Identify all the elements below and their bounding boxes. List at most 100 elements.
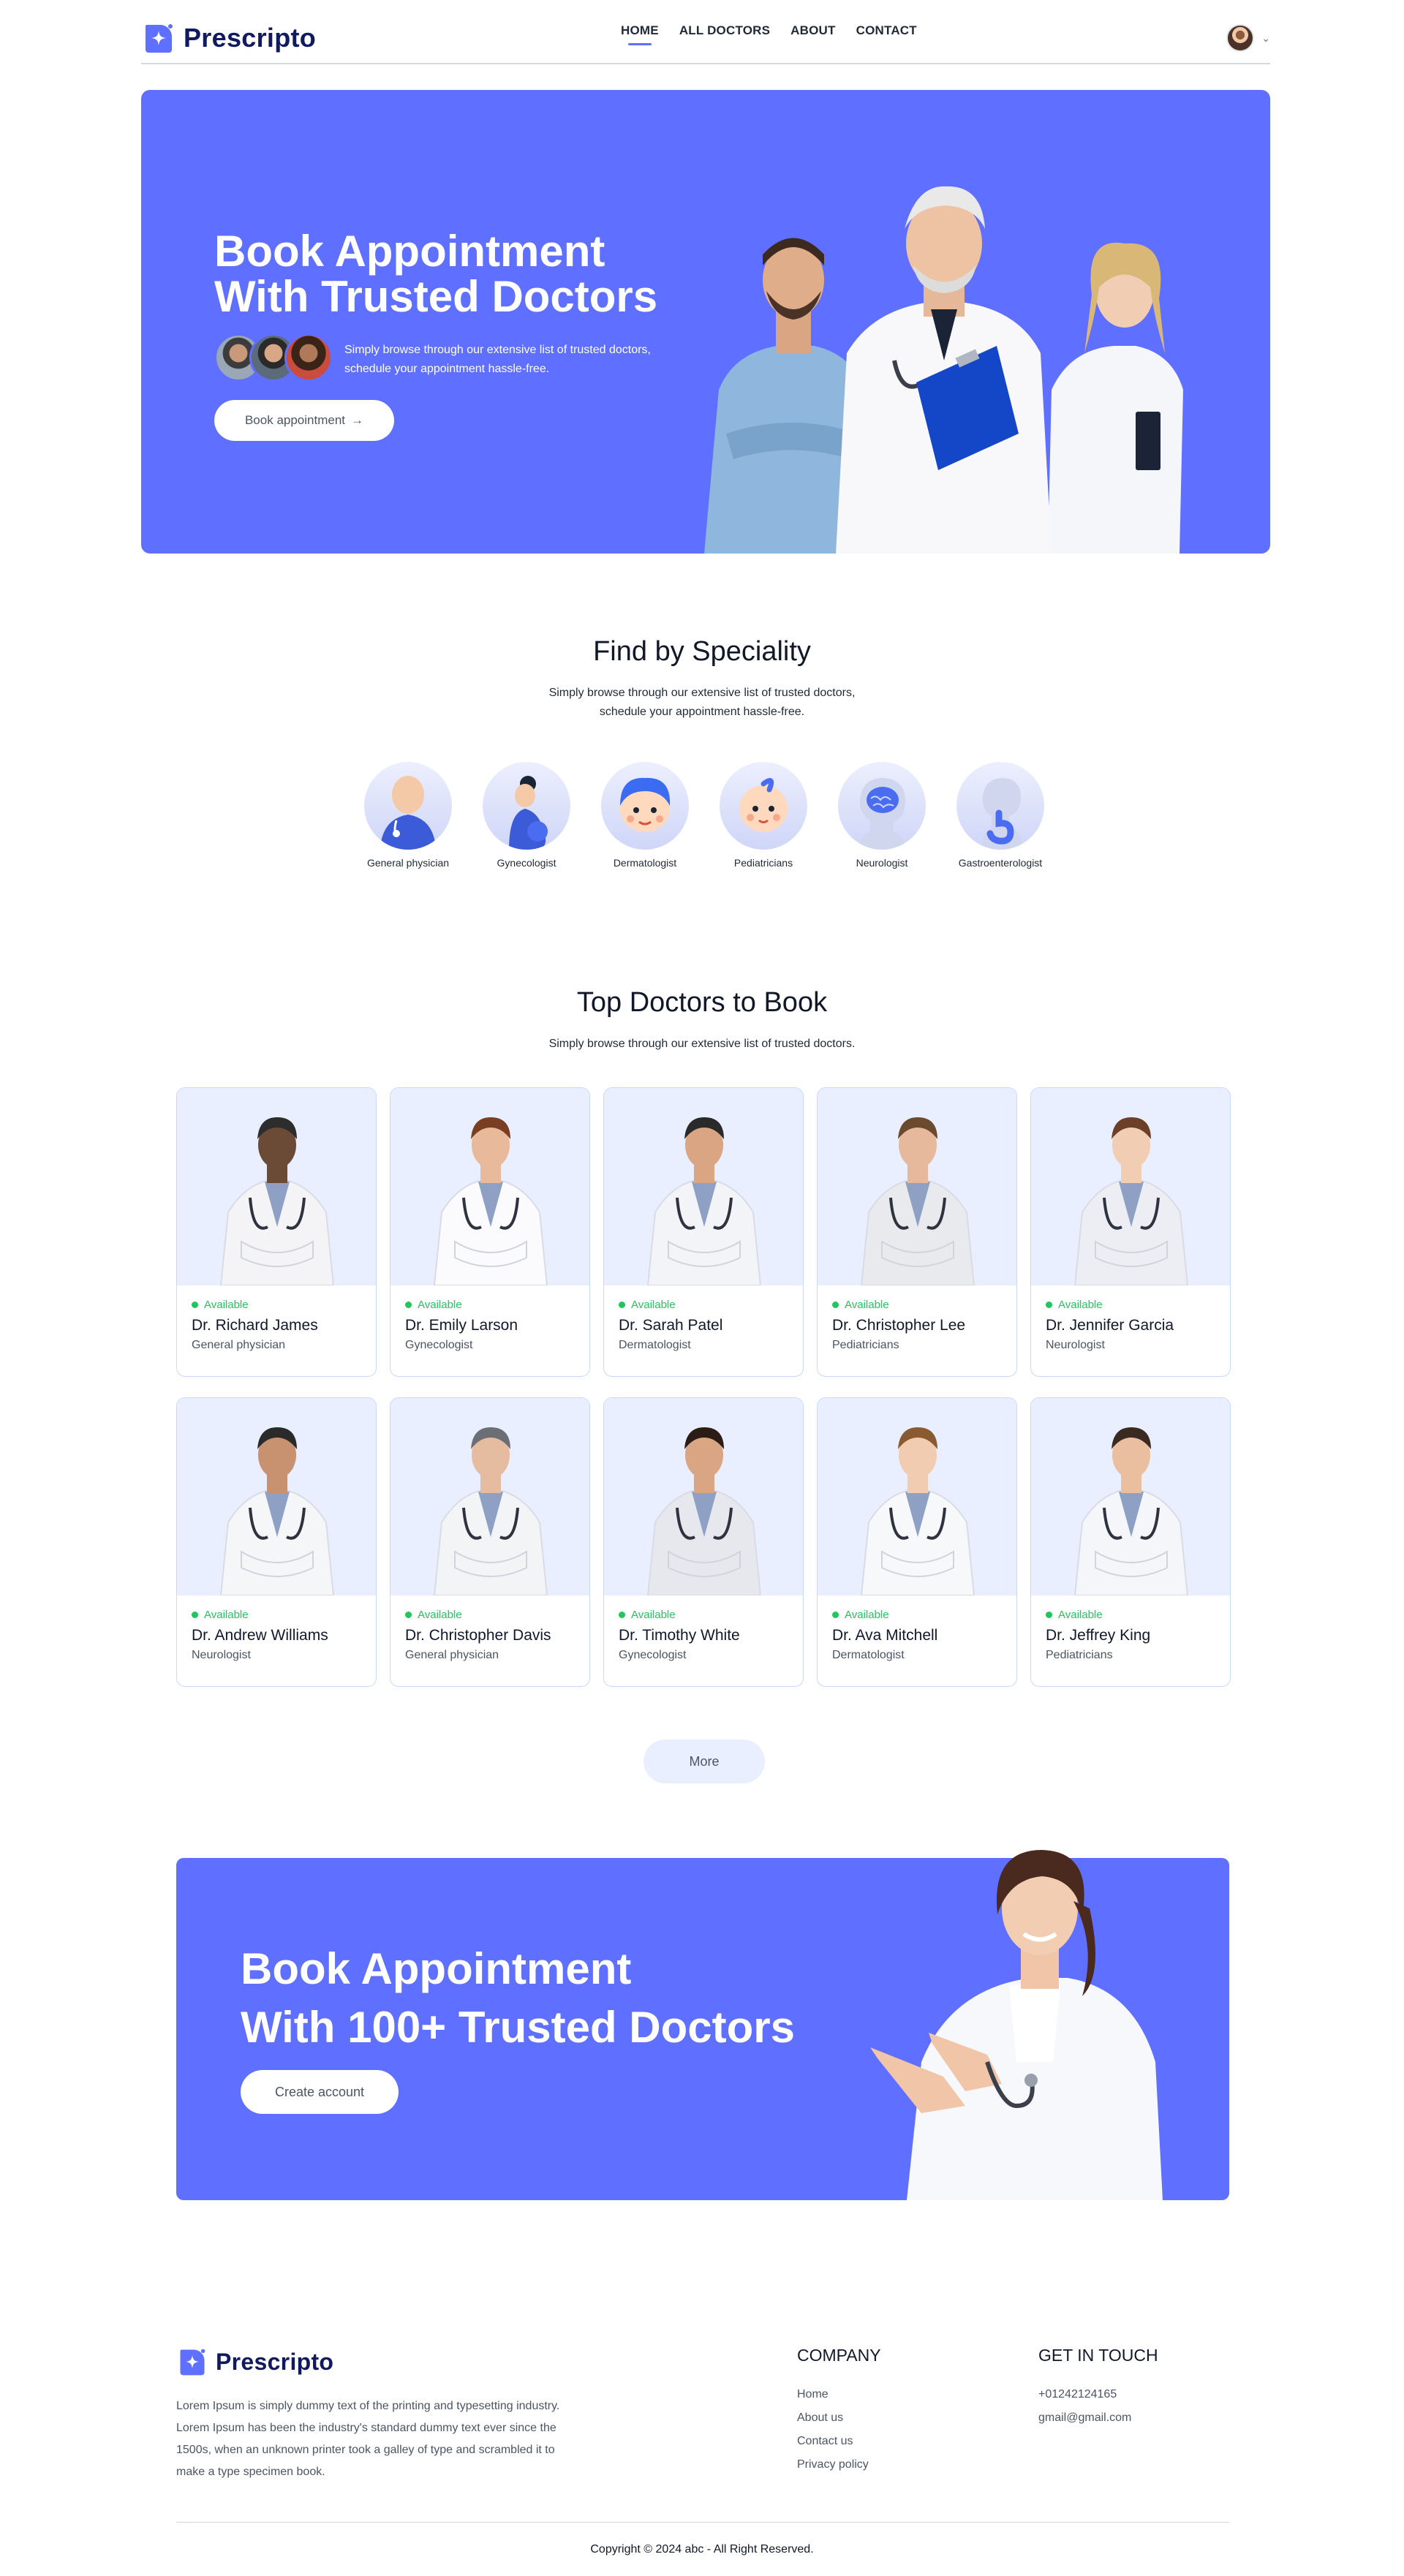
doctor-photo (818, 1088, 1016, 1285)
doctor-card[interactable]: Available Dr. Ava Mitchell Dermatologist (817, 1397, 1017, 1687)
availability-status: Available (619, 1609, 788, 1621)
footer-logo[interactable]: Prescripto (176, 2346, 333, 2378)
speciality-gynecologist[interactable]: Gynecologist (483, 762, 570, 869)
speciality-title: Find by Speciality (593, 636, 811, 667)
availability-status: Available (1046, 1299, 1215, 1311)
create-account-button[interactable]: Create account (241, 2070, 399, 2114)
availability-status: Available (405, 1609, 575, 1621)
doctor-card[interactable]: Available Dr. Jennifer Garcia Neurologist (1030, 1087, 1231, 1377)
brand-name: Prescripto (184, 23, 317, 53)
doctor-name: Dr. Timothy White (619, 1627, 740, 1644)
avatar (284, 333, 333, 382)
availability-label: Available (418, 1299, 462, 1311)
status-dot-icon (619, 1302, 625, 1308)
doctor-info: Available Dr. Timothy White Gynecologist (604, 1595, 803, 1675)
speciality-neurologist[interactable]: Neurologist (838, 762, 926, 869)
nav-all-doctors[interactable]: ALL DOCTORS (679, 23, 770, 45)
hero-title: Book Appointment With Trusted Doctors (214, 229, 668, 320)
footer-company-links: Home About us Contact us Privacy policy (797, 2388, 869, 2471)
doctor-card[interactable]: Available Dr. Emily Larson Gynecologist (390, 1087, 590, 1377)
speciality-label: Neurologist (856, 857, 908, 869)
doctor-speciality: Pediatricians (832, 1339, 899, 1351)
doctor-photo (1031, 1088, 1230, 1285)
doctor-info: Available Dr. Andrew Williams Neurologist (177, 1595, 376, 1675)
doctor-photo (818, 1398, 1016, 1595)
hero-subtitle-line1: Simply browse through our extensive list… (344, 344, 651, 356)
logo-icon (180, 2349, 205, 2376)
nav-links: HOME ALL DOCTORS ABOUT CONTACT (621, 23, 917, 45)
pediatricians-icon (720, 762, 807, 850)
chevron-down-icon[interactable]: ⌄ (1261, 32, 1270, 45)
nav-home[interactable]: HOME (621, 23, 659, 45)
general-physician-icon (364, 762, 452, 850)
status-dot-icon (832, 1612, 839, 1618)
doctor-info: Available Dr. Ava Mitchell Dermatologist (818, 1595, 1016, 1675)
footer-email[interactable]: gmail@gmail.com (1038, 2411, 1131, 2425)
speciality-gastroenterologist[interactable]: Gastroenterologist (956, 762, 1044, 869)
speciality-general-physician[interactable]: General physician (364, 762, 452, 869)
arrow-right-icon: → (351, 413, 364, 427)
banner-title-line2: With 100+ Trusted Doctors (241, 2003, 795, 2052)
speciality-label: Pediatricians (733, 857, 793, 869)
hero-subtitle: Simply browse through our extensive list… (344, 341, 688, 379)
doctor-card[interactable]: Available Dr. Christopher Lee Pediatrician… (817, 1087, 1017, 1377)
doctor-speciality: Dermatologist (619, 1339, 691, 1351)
nav-about[interactable]: ABOUT (790, 23, 835, 45)
top-navbar: Prescripto HOME ALL DOCTORS ABOUT CONTAC… (141, 13, 1270, 64)
banner-title-line1: Book Appointment (241, 1944, 632, 1993)
speciality-dermatologist[interactable]: Dermatologist (601, 762, 689, 869)
doctor-speciality: Pediatricians (1046, 1649, 1113, 1661)
availability-status: Available (192, 1299, 361, 1311)
doctor-card[interactable]: Available Dr. Andrew Williams Neurologist (176, 1397, 377, 1687)
book-appointment-button[interactable]: Book appointment → (214, 400, 394, 441)
doctor-name: Dr. Jennifer Garcia (1046, 1317, 1174, 1334)
doctor-card[interactable]: Available Dr. Sarah Patel Dermatologist (603, 1087, 804, 1377)
doctor-name: Dr. Richard James (192, 1317, 318, 1334)
footer-divider (176, 2522, 1229, 2523)
doctor-speciality: Gynecologist (619, 1649, 687, 1661)
hero-doctors-image (704, 186, 1183, 554)
book-appointment-label: Book appointment (244, 413, 346, 427)
top-doctors-title: Top Doctors to Book (576, 987, 828, 1018)
availability-label: Available (631, 1299, 676, 1311)
footer-link-privacy[interactable]: Privacy policy (797, 2458, 869, 2471)
nav-contact[interactable]: CONTACT (856, 23, 917, 45)
gynecologist-icon (483, 762, 570, 850)
footer-link-home[interactable]: Home (797, 2388, 869, 2401)
doctor-name: Dr. Sarah Patel (619, 1317, 723, 1334)
doctor-photo (390, 1088, 589, 1285)
logo-icon (146, 24, 173, 53)
footer-link-about[interactable]: About us (797, 2411, 869, 2425)
footer-link-contact[interactable]: Contact us (797, 2435, 869, 2448)
availability-label: Available (204, 1609, 249, 1621)
doctor-name: Dr. Christopher Davis (405, 1627, 551, 1644)
availability-status: Available (192, 1609, 361, 1621)
availability-label: Available (631, 1609, 676, 1621)
availability-label: Available (845, 1609, 889, 1621)
profile-menu[interactable]: ⌄ (1226, 24, 1270, 52)
doctor-card[interactable]: Available Dr. Jeffrey King Pediatricians (1030, 1397, 1231, 1687)
doctor-card[interactable]: Available Dr. Richard James General physic… (176, 1087, 377, 1377)
doctor-name: Dr. Emily Larson (405, 1317, 518, 1334)
availability-label: Available (1058, 1299, 1103, 1311)
copyright: Copyright © 2024 abc - All Right Reserve… (590, 2543, 814, 2556)
doctor-photo (177, 1088, 376, 1285)
speciality-pediatricians[interactable]: Pediatricians (720, 762, 807, 869)
user-avatar[interactable] (1226, 24, 1255, 52)
doctor-info: Available Dr. Sarah Patel Dermatologist (604, 1285, 803, 1365)
doctor-card[interactable]: Available Dr. Christopher Davis General ph… (390, 1397, 590, 1687)
doctor-card[interactable]: Available Dr. Timothy White Gynecologist (603, 1397, 804, 1687)
more-button[interactable]: More (644, 1740, 765, 1783)
availability-label: Available (845, 1299, 889, 1311)
doctor-photo (604, 1088, 803, 1285)
availability-status: Available (832, 1609, 1002, 1621)
gastroenterologist-icon (956, 762, 1044, 850)
hero-title-line1: Book Appointment (214, 227, 605, 276)
status-dot-icon (832, 1302, 839, 1308)
hero-subtitle-line2: schedule your appointment hassle-free. (344, 363, 550, 375)
status-dot-icon (192, 1302, 198, 1308)
doctor-name: Dr. Andrew Williams (192, 1627, 328, 1644)
brand-logo[interactable]: Prescripto (141, 20, 316, 56)
banner-doctor-image (870, 1850, 1163, 2200)
doctor-grid: Available Dr. Richard James General physic… (176, 1087, 1231, 1687)
